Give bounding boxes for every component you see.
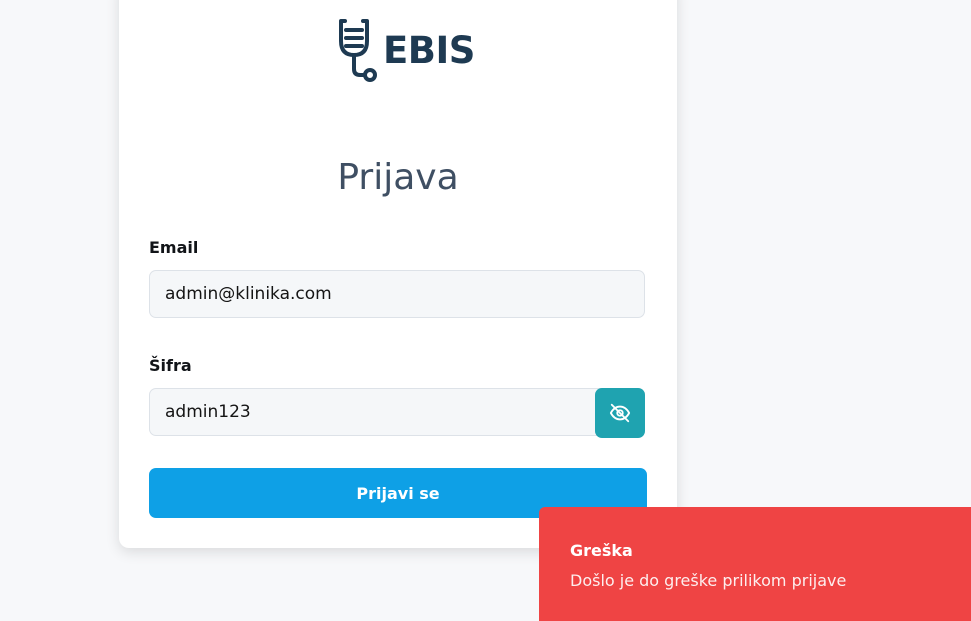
page-title: Prijava <box>337 157 459 198</box>
stethoscope-icon <box>339 19 377 82</box>
brand-name: EBIS <box>383 28 475 72</box>
login-card: EBIS Prijava Email admin@klinika.com Šif… <box>119 0 677 548</box>
email-field[interactable]: admin@klinika.com <box>149 270 645 318</box>
email-label: Email <box>149 238 199 257</box>
eye-off-icon <box>609 403 631 423</box>
toggle-password-visibility-button[interactable] <box>595 388 645 438</box>
password-value: admin123 <box>165 402 251 422</box>
error-toast[interactable]: Greška Došlo je do greške prilikom prija… <box>539 507 971 621</box>
password-field[interactable]: admin123 <box>149 388 645 438</box>
password-label: Šifra <box>149 356 192 375</box>
login-page: EBIS Prijava Email admin@klinika.com Šif… <box>0 0 971 621</box>
brand-logo: EBIS <box>337 17 475 83</box>
toast-title: Greška <box>570 541 633 560</box>
toast-message: Došlo je do greške prilikom prijave <box>570 571 847 590</box>
email-value: admin@klinika.com <box>165 284 332 304</box>
